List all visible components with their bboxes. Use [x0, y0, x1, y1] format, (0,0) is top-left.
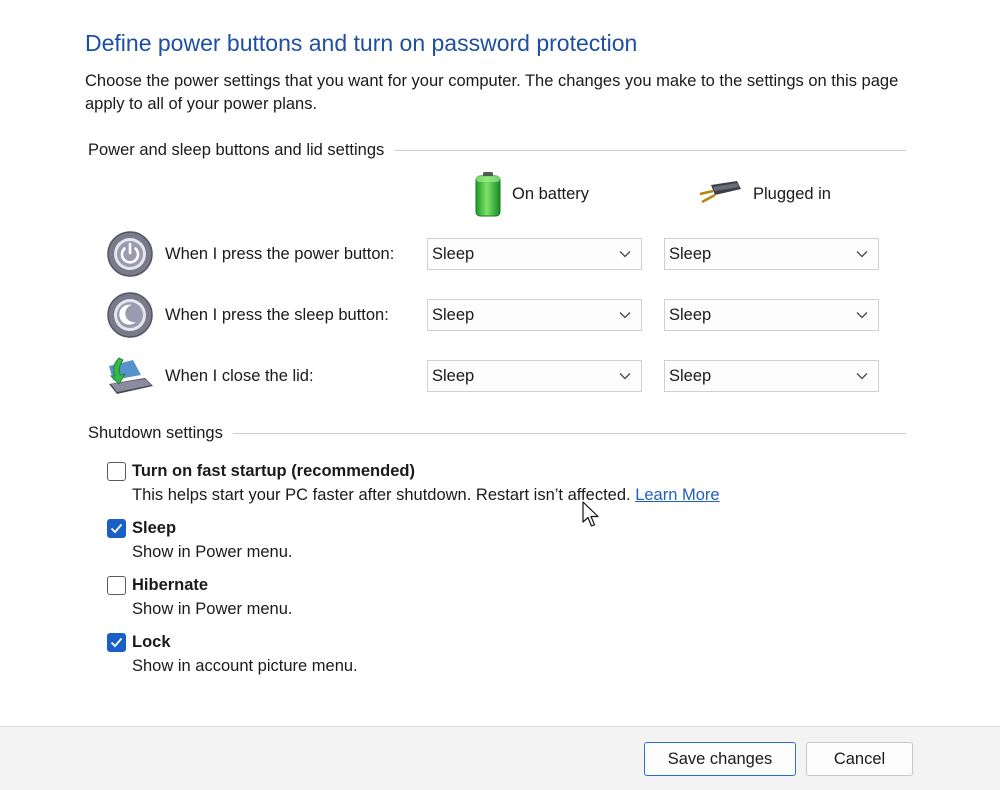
select-value: Sleep [669, 305, 712, 324]
close-lid-row: When I close the lid: [105, 351, 314, 401]
power-button-label: When I press the power button: [165, 244, 395, 263]
fast-startup-description: This helps start your PC faster after sh… [132, 484, 720, 506]
battery-icon [474, 171, 502, 217]
laptop-lid-icon [105, 351, 155, 401]
power-button-battery-select[interactable]: Sleep [427, 238, 642, 270]
sleep-button-battery-select[interactable]: Sleep [427, 299, 642, 331]
chevron-down-icon [856, 309, 868, 321]
fast-startup-checkbox[interactable] [107, 461, 126, 481]
hibernate-option: Hibernate Show in Power menu. [107, 572, 293, 620]
lock-checkbox[interactable] [107, 632, 126, 652]
section-divider [394, 149, 906, 151]
sleep-button-plugged-select[interactable]: Sleep [664, 299, 879, 331]
close-lid-battery-select[interactable]: Sleep [427, 360, 642, 392]
chevron-down-icon [856, 370, 868, 382]
fast-startup-label[interactable]: Turn on fast startup (recommended) [132, 462, 415, 481]
page-description: Choose the power settings that you want … [85, 72, 899, 113]
plugged-in-label: Plugged in [753, 184, 831, 203]
power-button-row: When I press the power button: [105, 229, 394, 279]
lock-option: Lock Show in account picture menu. [107, 629, 358, 677]
select-value: Sleep [432, 305, 475, 324]
select-value: Sleep [669, 244, 712, 263]
sleep-description: Show in Power menu. [132, 543, 293, 561]
close-lid-label: When I close the lid: [165, 366, 314, 385]
hibernate-description: Show in Power menu. [132, 600, 293, 618]
shutdown-section-title: Shutdown settings [88, 423, 223, 442]
column-header-on-battery: On battery [474, 170, 589, 218]
fast-startup-desc-text: This helps start your PC faster after sh… [132, 486, 631, 504]
select-value: Sleep [432, 366, 475, 385]
checkmark-icon [110, 637, 123, 647]
sleep-button-label: When I press the sleep button: [165, 305, 389, 324]
power-button-plugged-select[interactable]: Sleep [664, 238, 879, 270]
select-value: Sleep [669, 366, 712, 385]
sleep-button-icon [105, 290, 155, 340]
footer-bar: Save changes Cancel [0, 726, 1000, 790]
hibernate-label[interactable]: Hibernate [132, 576, 208, 595]
power-section-title: Power and sleep buttons and lid settings [88, 140, 385, 159]
chevron-down-icon [619, 248, 631, 260]
sleep-option: Sleep Show in Power menu. [107, 515, 293, 563]
learn-more-link[interactable]: Learn More [635, 486, 719, 504]
fast-startup-option: Turn on fast startup (recommended) This … [107, 458, 720, 506]
chevron-down-icon [856, 248, 868, 260]
hibernate-checkbox[interactable] [107, 575, 126, 595]
page-title: Define power buttons and turn on passwor… [85, 30, 638, 56]
power-button-icon [105, 229, 155, 279]
cancel-button[interactable]: Cancel [806, 742, 913, 776]
save-changes-button[interactable]: Save changes [644, 742, 796, 776]
select-value: Sleep [432, 244, 475, 263]
checkmark-icon [110, 523, 123, 533]
power-section-header: Power and sleep buttons and lid settings [88, 138, 906, 162]
plug-icon [697, 179, 743, 209]
on-battery-label: On battery [512, 184, 590, 203]
shutdown-section-header: Shutdown settings [88, 421, 906, 445]
chevron-down-icon [619, 370, 631, 382]
column-header-plugged-in: Plugged in [697, 170, 831, 218]
section-divider [232, 432, 906, 434]
lock-description: Show in account picture menu. [132, 657, 358, 675]
sleep-label[interactable]: Sleep [132, 519, 176, 538]
sleep-checkbox[interactable] [107, 518, 126, 538]
lock-label[interactable]: Lock [132, 633, 171, 652]
close-lid-plugged-select[interactable]: Sleep [664, 360, 879, 392]
sleep-button-row: When I press the sleep button: [105, 290, 389, 340]
chevron-down-icon [619, 309, 631, 321]
